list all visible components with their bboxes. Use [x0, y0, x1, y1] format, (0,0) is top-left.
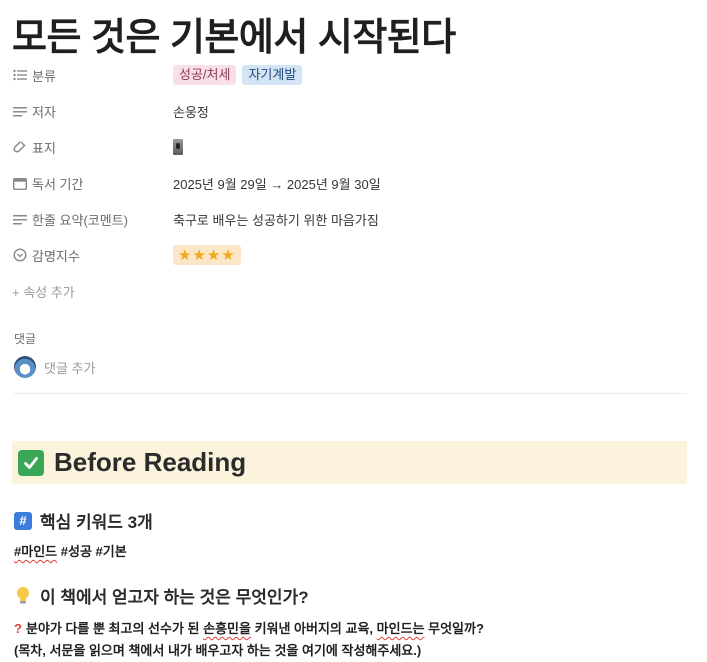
keywords-line[interactable]: #마인드 #성공 #기본 — [14, 541, 127, 560]
property-label: 독서 기간 — [32, 176, 84, 192]
callout-title: Before Reading — [54, 447, 247, 477]
question-mark-icon: ? — [14, 621, 22, 636]
property-value-summary[interactable]: 축구로 배우는 성공하기 위한 마음가짐 — [173, 210, 379, 229]
property-value-reading-period[interactable]: 2025년 9월 29일 → 2025년 9월 30일 — [173, 174, 381, 193]
add-property-row: + 속성 추가 — [12, 276, 692, 306]
property-name-category[interactable]: 분류 — [12, 66, 56, 85]
select-icon — [12, 247, 28, 263]
cover-thumbnail[interactable] — [173, 139, 183, 155]
page-title[interactable]: 모든 것은 기본에서 시작된다 — [12, 6, 456, 61]
calendar-icon — [12, 175, 28, 191]
before-reading-callout[interactable]: Before Reading — [12, 441, 687, 484]
property-value-author[interactable]: 손웅정 — [173, 102, 209, 121]
keywords-heading-text: 핵심 키워드 3개 — [40, 513, 153, 532]
question-part3: 무엇일까? — [424, 621, 484, 636]
question-mind: 마인드는 — [376, 621, 425, 636]
property-name-summary[interactable]: 한줄 요약(코멘트) — [12, 210, 128, 229]
property-label: 표지 — [32, 140, 56, 156]
keyword-basics: #기본 — [95, 544, 127, 559]
property-label: 저자 — [32, 104, 56, 120]
question-line[interactable]: ? 분야가 다를 뿐 최고의 선수가 된 손흥민을 키워낸 아버지의 교육, 마인… — [14, 618, 484, 637]
keyword-mind: #마인드 — [14, 544, 58, 559]
text-icon — [12, 103, 28, 119]
property-impression: 감명지수 ★★★★ — [12, 240, 692, 270]
star-rating[interactable]: ★★★★ — [173, 245, 241, 265]
property-label: 분류 — [32, 68, 56, 84]
light-bulb-icon — [14, 586, 32, 606]
property-label: 한줄 요약(코멘트) — [32, 212, 128, 228]
tag-success[interactable]: 성공/처세 — [173, 65, 237, 85]
property-value-cover[interactable] — [173, 139, 183, 155]
add-comment-field[interactable]: 댓글 추가 — [14, 356, 95, 378]
property-value-impression[interactable]: ★★★★ — [173, 245, 241, 265]
property-category: 분류 성공/처세 자기계발 — [12, 60, 692, 90]
property-summary: 한줄 요약(코멘트) 축구로 배우는 성공하기 위한 마음가짐 — [12, 204, 692, 234]
check-mark-icon — [18, 449, 44, 476]
property-name-author[interactable]: 저자 — [12, 102, 56, 121]
property-name-reading-period[interactable]: 독서 기간 — [12, 174, 83, 193]
question-part2: 키워낸 아버지의 교육, — [250, 621, 377, 636]
keyword-success: #성공 — [60, 544, 92, 559]
question-heading-text: 이 책에서 얻고자 하는 것은 무엇인가? — [40, 588, 309, 607]
question-heading[interactable]: 이 책에서 얻고자 하는 것은 무엇인가? — [14, 583, 309, 608]
property-reading-period: 독서 기간 2025년 9월 29일 → 2025년 9월 30일 — [12, 168, 692, 198]
property-name-cover[interactable]: 표지 — [12, 138, 56, 157]
divider — [14, 393, 687, 394]
question-name: 손흥민을 — [203, 621, 251, 636]
hash-icon: # — [14, 511, 32, 530]
add-comment-placeholder: 댓글 추가 — [44, 360, 96, 376]
instruction-note[interactable]: (목차, 서문을 읽으며 책에서 내가 배우고자 하는 것을 여기에 작성해주세… — [14, 640, 421, 659]
add-property-button[interactable]: + 속성 추가 — [12, 282, 75, 301]
comments-label: 댓글 — [14, 332, 37, 346]
question-part1: 분야가 다를 뿐 최고의 선수가 된 — [25, 621, 204, 636]
keywords-heading[interactable]: # 핵심 키워드 3개 — [14, 508, 153, 533]
avatar — [14, 356, 36, 378]
text-icon — [12, 211, 28, 227]
property-name-impression[interactable]: 감명지수 — [12, 246, 80, 265]
list-icon — [12, 67, 28, 83]
tag-self-development[interactable]: 자기계발 — [242, 65, 303, 85]
property-value-category[interactable]: 성공/처세 자기계발 — [173, 65, 308, 85]
property-label: 감명지수 — [32, 248, 80, 264]
link-icon — [12, 139, 28, 155]
property-author: 저자 손웅정 — [12, 96, 692, 126]
property-cover: 표지 — [12, 132, 692, 162]
